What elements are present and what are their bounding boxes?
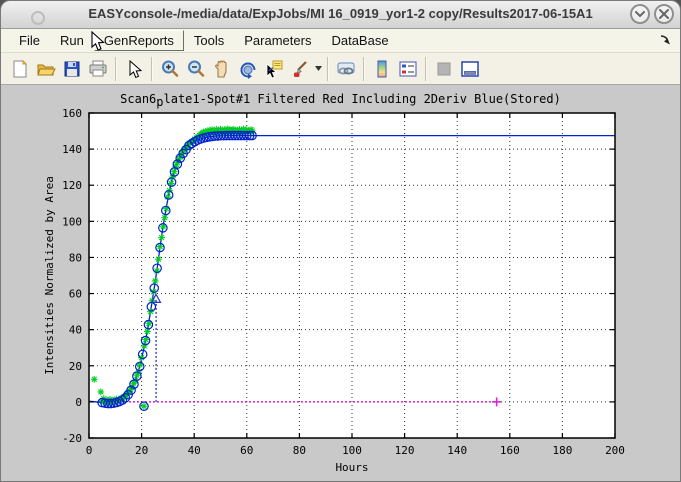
insert-legend-icon — [398, 59, 418, 79]
x-tick-label: 140 — [447, 444, 467, 457]
plot-title-rest: late1-Spot#1 Filtered Red Including 2Der… — [164, 92, 561, 106]
brush-data-icon — [290, 59, 310, 79]
insert-colorbar-icon — [372, 59, 392, 79]
x-tick-label: 0 — [86, 444, 93, 457]
link-plot-icon — [336, 59, 356, 79]
x-tick-label: 40 — [188, 444, 201, 457]
y-tick-label: 40 — [69, 324, 82, 337]
y-axis-label: Intensities Normalized by Area — [43, 176, 56, 375]
menu-database[interactable]: DataBase — [321, 30, 398, 51]
close-icon — [659, 9, 669, 19]
app-window: EASYconsole-/media/data/ExpJobs/MI 16_09… — [0, 0, 681, 482]
toolbar-separator — [327, 57, 329, 81]
x-tick-label: 180 — [552, 444, 572, 457]
toolbar-separator — [425, 57, 427, 81]
y-tick-label: 60 — [69, 288, 82, 301]
toolbar-separator — [115, 57, 117, 81]
toolbar — [1, 53, 680, 85]
toolbar-button-link-plot[interactable] — [334, 57, 358, 81]
window-title: EASYconsole-/media/data/ExpJobs/MI 16_09… — [1, 6, 680, 21]
menu-overflow-icon[interactable] — [658, 33, 672, 47]
dropdown-caret-icon — [315, 66, 322, 71]
toolbar-button-rotate-3d[interactable] — [236, 57, 260, 81]
save-figure-icon — [62, 59, 82, 79]
close-button[interactable] — [654, 4, 674, 24]
toolbar-button-data-cursor[interactable] — [262, 57, 286, 81]
toolbar-button-show-plot-tools-dock[interactable] — [458, 57, 482, 81]
toolbar-button-zoom-in[interactable] — [158, 57, 182, 81]
menu-run[interactable]: Run — [50, 30, 94, 51]
x-tick-label: 200 — [605, 444, 625, 457]
x-tick-label: 120 — [395, 444, 415, 457]
y-tick-label: 0 — [75, 396, 82, 409]
open-file-icon — [36, 59, 56, 79]
plot-canvas[interactable]: 0 20 40 60 80 100 120 140 160 180 200 -20 0 20 40 60 80 1… — [1, 85, 680, 481]
brush-dropdown-button[interactable] — [313, 57, 323, 81]
title-bar[interactable]: EASYconsole-/media/data/ExpJobs/MI 16_09… — [1, 1, 680, 29]
toolbar-button-insert-legend[interactable] — [396, 57, 420, 81]
x-tick-label: 100 — [342, 444, 362, 457]
toolbar-button-edit-plot[interactable] — [122, 57, 146, 81]
toolbar-button-brush-data[interactable] — [288, 57, 312, 81]
toolbar-separator — [151, 57, 153, 81]
toolbar-button-open-file[interactable] — [34, 57, 58, 81]
toolbar-button-zoom-out[interactable] — [184, 57, 208, 81]
zoom-out-icon — [186, 59, 206, 79]
show-plot-tools-dock-icon — [460, 59, 480, 79]
menu-genreports[interactable]: GenReports — [94, 30, 184, 51]
x-axis-label: Hours — [335, 461, 368, 474]
print-figure-icon — [88, 59, 108, 79]
toolbar-separator — [363, 57, 365, 81]
toolbar-button-insert-colorbar[interactable] — [370, 57, 394, 81]
x-tick-label: 20 — [135, 444, 148, 457]
minimize-button[interactable] — [630, 4, 650, 24]
pan-icon — [212, 59, 232, 79]
y-tick-label: 140 — [62, 143, 82, 156]
y-tick-label: 20 — [69, 360, 82, 373]
hide-plot-tools-icon — [434, 59, 454, 79]
y-tick-label: 80 — [69, 251, 82, 264]
toolbar-button-new-figure[interactable] — [8, 57, 32, 81]
plot-title: Scan6plate1-Spot#1 Filtered Red Includin… — [1, 92, 680, 106]
zoom-in-icon — [160, 59, 180, 79]
chevron-down-icon — [634, 10, 646, 18]
plot-title-pre: Scan6 — [120, 92, 156, 106]
y-tick-label: -20 — [62, 432, 82, 445]
menu-tools[interactable]: Tools — [184, 30, 234, 51]
y-tick-label: 160 — [62, 107, 82, 120]
new-figure-icon — [10, 59, 30, 79]
edit-plot-icon — [124, 59, 144, 79]
menu-file[interactable]: File — [9, 30, 50, 51]
data-cursor-icon — [264, 59, 284, 79]
y-tick-label: 120 — [62, 179, 82, 192]
x-tick-label: 60 — [240, 444, 253, 457]
toolbar-button-pan[interactable] — [210, 57, 234, 81]
toolbar-button-save-figure[interactable] — [60, 57, 84, 81]
plot-title-subscript: p — [156, 95, 163, 109]
rotate-3d-icon — [238, 59, 258, 79]
menu-parameters[interactable]: Parameters — [234, 30, 321, 51]
toolbar-button-print-figure[interactable] — [86, 57, 110, 81]
toolbar-button-hide-plot-tools[interactable] — [432, 57, 456, 81]
menu-bar: File Run GenReports Tools Parameters Dat… — [1, 29, 680, 53]
x-tick-label: 160 — [500, 444, 520, 457]
figure-area: Scan6plate1-Spot#1 Filtered Red Includin… — [1, 85, 680, 481]
y-tick-label: 100 — [62, 215, 82, 228]
x-tick-label: 80 — [293, 444, 306, 457]
